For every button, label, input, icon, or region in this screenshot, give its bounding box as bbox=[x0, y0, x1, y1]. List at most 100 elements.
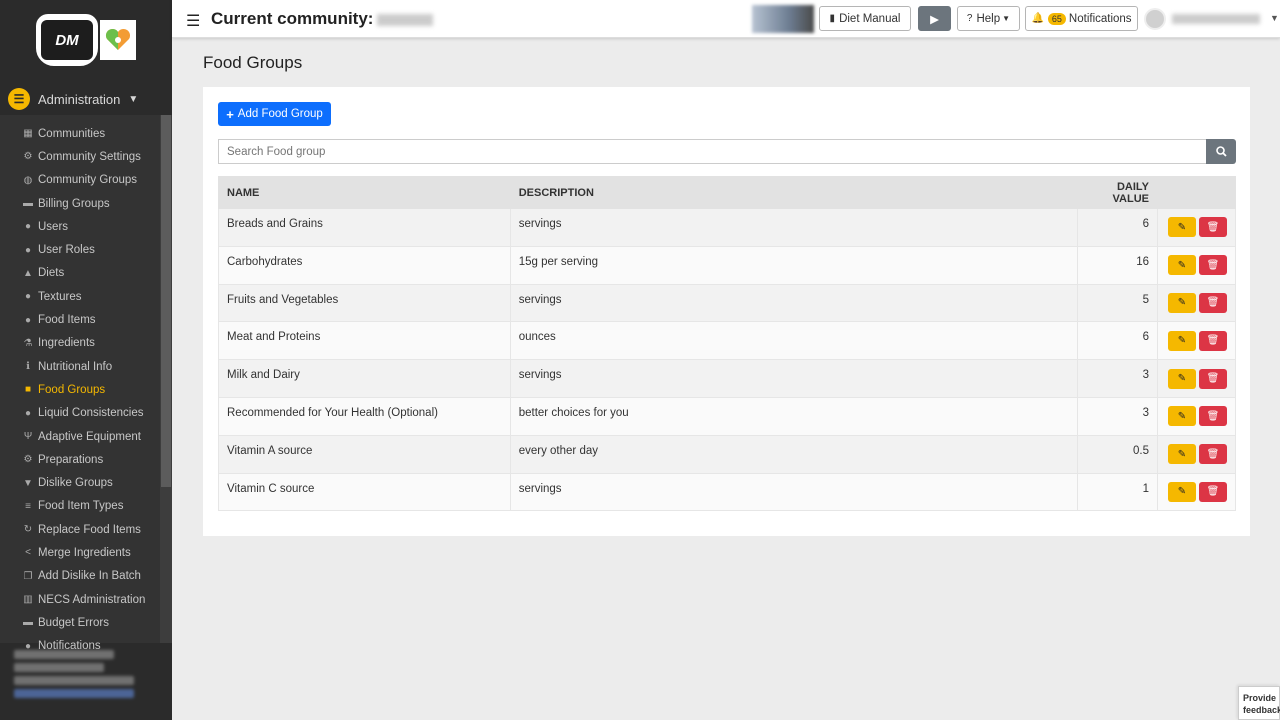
sidebar-item-label: Users bbox=[38, 220, 69, 233]
cell-actions: ✎ 🗑 bbox=[1156, 396, 1237, 436]
provide-feedback-button[interactable]: Provide feedback bbox=[1238, 686, 1280, 720]
cell-actions: ✎ 🗑 bbox=[1156, 245, 1237, 285]
plus-icon: + bbox=[226, 106, 234, 122]
delete-button[interactable]: 🗑 bbox=[1198, 444, 1227, 465]
cell-actions: ✎ 🗑 bbox=[1156, 321, 1237, 361]
sidebar-item-label: Diets bbox=[38, 267, 65, 280]
bookmark-icon: ▮ bbox=[829, 13, 836, 24]
copy-icon: ❐ bbox=[23, 570, 33, 582]
sidebar-item-community-settings[interactable]: ⚙ Community Settings bbox=[22, 145, 162, 168]
info-icon: ℹ bbox=[26, 361, 30, 373]
chevron-down-icon: ▼ bbox=[128, 93, 139, 105]
logo[interactable]: DM bbox=[0, 0, 172, 80]
sidebar-item-food-groups[interactable]: ■ Food Groups bbox=[22, 378, 162, 401]
sidebar-item-food-items[interactable]: ● Food Items bbox=[22, 308, 162, 331]
add-food-group-button[interactable]: + Add Food Group bbox=[218, 102, 331, 126]
cell-name: Vitamin A source bbox=[218, 434, 511, 474]
edit-button[interactable]: ✎ bbox=[1167, 406, 1196, 427]
sidebar-item-label: Liquid Consistencies bbox=[38, 407, 144, 420]
edit-button[interactable]: ✎ bbox=[1167, 368, 1196, 389]
sidebar-item-label: Budget Errors bbox=[38, 616, 109, 629]
search-input[interactable] bbox=[218, 139, 1206, 164]
sidebar-item-budget-errors[interactable]: ▬ Budget Errors bbox=[22, 611, 162, 634]
thumbs-down-icon: ▼ bbox=[23, 477, 33, 489]
sidebar-item-label: Adaptive Equipment bbox=[38, 430, 141, 443]
search-button[interactable] bbox=[1206, 139, 1236, 164]
bank-icon: ▥ bbox=[23, 594, 33, 606]
notifications-button[interactable]: 🔔 65 Notifications bbox=[1025, 6, 1138, 31]
trash-icon: 🗑 bbox=[1206, 373, 1220, 385]
sidebar-item-users[interactable]: ● Users bbox=[22, 215, 162, 238]
column-header-description[interactable]: DESCRIPTION bbox=[509, 176, 1079, 209]
delete-button[interactable]: 🗑 bbox=[1198, 255, 1227, 276]
sidebar-item-dislike-groups[interactable]: ▼ Dislike Groups bbox=[22, 471, 162, 494]
edit-button[interactable]: ✎ bbox=[1167, 444, 1196, 465]
sidebar: DM ☰ Administration ▼ ▦ Communities ⚙ Commu… bbox=[0, 0, 172, 720]
help-dropdown[interactable]: ? Help ▼ bbox=[957, 6, 1020, 31]
hamburger-menu-icon[interactable]: ☰ bbox=[186, 11, 200, 31]
sidebar-item-adaptive-equipment[interactable]: Ψ Adaptive Equipment bbox=[22, 425, 162, 448]
cell-daily-value: 6 bbox=[1077, 321, 1158, 361]
money-icon: ▬ bbox=[23, 198, 33, 210]
table-row: Meat and Proteins ounces 6 ✎ 🗑 bbox=[218, 321, 1237, 361]
edit-button[interactable]: ✎ bbox=[1167, 255, 1196, 276]
caret-down-icon[interactable]: ▼ bbox=[1270, 13, 1279, 23]
table-row: Vitamin C source servings 1 ✎ 🗑 bbox=[218, 472, 1237, 512]
sidebar-item-community-groups[interactable]: ◍ Community Groups bbox=[22, 169, 162, 192]
diet-manual-button[interactable]: ▮ Diet Manual bbox=[819, 6, 911, 31]
edit-button[interactable]: ✎ bbox=[1167, 330, 1196, 351]
sidebar-item-label: Billing Groups bbox=[38, 197, 110, 210]
sidebar-item-add-dislike-in-batch[interactable]: ❐ Add Dislike In Batch bbox=[22, 565, 162, 588]
sidebar-item-nutritional-info[interactable]: ℹ Nutritional Info bbox=[22, 355, 162, 378]
delete-button[interactable]: 🗑 bbox=[1198, 330, 1227, 351]
edit-button[interactable]: ✎ bbox=[1167, 217, 1196, 238]
column-header-daily-value[interactable]: DAILY VALUE bbox=[1077, 176, 1158, 209]
cell-name: Vitamin C source bbox=[218, 472, 511, 512]
sidebar-item-label: NECS Administration bbox=[38, 593, 146, 606]
administration-label: Administration bbox=[38, 91, 121, 107]
play-button[interactable]: ▶ bbox=[918, 6, 951, 31]
sidebar-item-textures[interactable]: ● Textures bbox=[22, 285, 162, 308]
column-header-name[interactable]: NAME bbox=[218, 176, 511, 209]
sidebar-item-diets[interactable]: ▲ Diets bbox=[22, 262, 162, 285]
cell-name: Breads and Grains bbox=[218, 208, 511, 247]
sidebar-menu: ▦ Communities ⚙ Community Settings ◍ Communit… bbox=[22, 122, 162, 658]
sidebar-item-necs-administration[interactable]: ▥ NECS Administration bbox=[22, 588, 162, 611]
delete-button[interactable]: 🗑 bbox=[1198, 368, 1227, 389]
avatar[interactable] bbox=[1144, 8, 1166, 30]
cell-daily-value: 1 bbox=[1077, 472, 1158, 512]
sidebar-item-billing-groups[interactable]: ▬ Billing Groups bbox=[22, 192, 162, 215]
table-row: Fruits and Vegetables servings 5 ✎ 🗑 bbox=[218, 283, 1237, 323]
administration-menu-toggle[interactable]: ☰ Administration ▼ bbox=[8, 87, 164, 111]
sidebar-item-ingredients[interactable]: ⚗ Ingredients bbox=[22, 332, 162, 355]
cell-name: Milk and Dairy bbox=[218, 359, 511, 398]
cell-name: Meat and Proteins bbox=[218, 321, 511, 361]
edit-button[interactable]: ✎ bbox=[1167, 481, 1196, 502]
sidebar-item-food-item-types[interactable]: ≡ Food Item Types bbox=[22, 495, 162, 518]
cell-description: every other day bbox=[509, 434, 1079, 474]
delete-button[interactable]: 🗑 bbox=[1198, 217, 1227, 238]
sidebar-item-merge-ingredients[interactable]: < Merge Ingredients bbox=[22, 541, 162, 564]
food-groups-panel: +Add Food Group NAME DESCRIPTION DAILY V… bbox=[203, 87, 1250, 536]
sliders-icon: ☰ bbox=[8, 88, 30, 110]
cell-daily-value: 5 bbox=[1077, 283, 1158, 323]
user-name-redacted[interactable] bbox=[1172, 14, 1260, 24]
sidebar-item-user-roles[interactable]: ● User Roles bbox=[22, 238, 162, 261]
sidebar-item-preparations[interactable]: ⚙ Preparations bbox=[22, 448, 162, 471]
sidebar-item-liquid-consistencies[interactable]: ● Liquid Consistencies bbox=[22, 402, 162, 425]
search-bar bbox=[218, 139, 1236, 164]
sidebar-scroll-thumb[interactable] bbox=[161, 115, 171, 487]
cell-description: servings bbox=[509, 208, 1079, 247]
table-row: Vitamin A source every other day 0.5 ✎ 🗑 bbox=[218, 434, 1237, 474]
tint-icon: ● bbox=[24, 407, 32, 419]
table-row: Milk and Dairy servings 3 ✎ 🗑 bbox=[218, 359, 1237, 398]
delete-button[interactable]: 🗑 bbox=[1198, 481, 1227, 502]
trash-icon: 🗑 bbox=[1206, 221, 1220, 233]
delete-button[interactable]: 🗑 bbox=[1198, 406, 1227, 427]
sidebar-item-communities[interactable]: ▦ Communities bbox=[22, 122, 162, 145]
delete-button[interactable]: 🗑 bbox=[1198, 292, 1227, 313]
edit-button[interactable]: ✎ bbox=[1167, 292, 1196, 313]
cell-actions: ✎ 🗑 bbox=[1156, 472, 1237, 512]
sidebar-item-replace-food-items[interactable]: ↻ Replace Food Items bbox=[22, 518, 162, 541]
edit-icon: ✎ bbox=[1177, 335, 1187, 347]
